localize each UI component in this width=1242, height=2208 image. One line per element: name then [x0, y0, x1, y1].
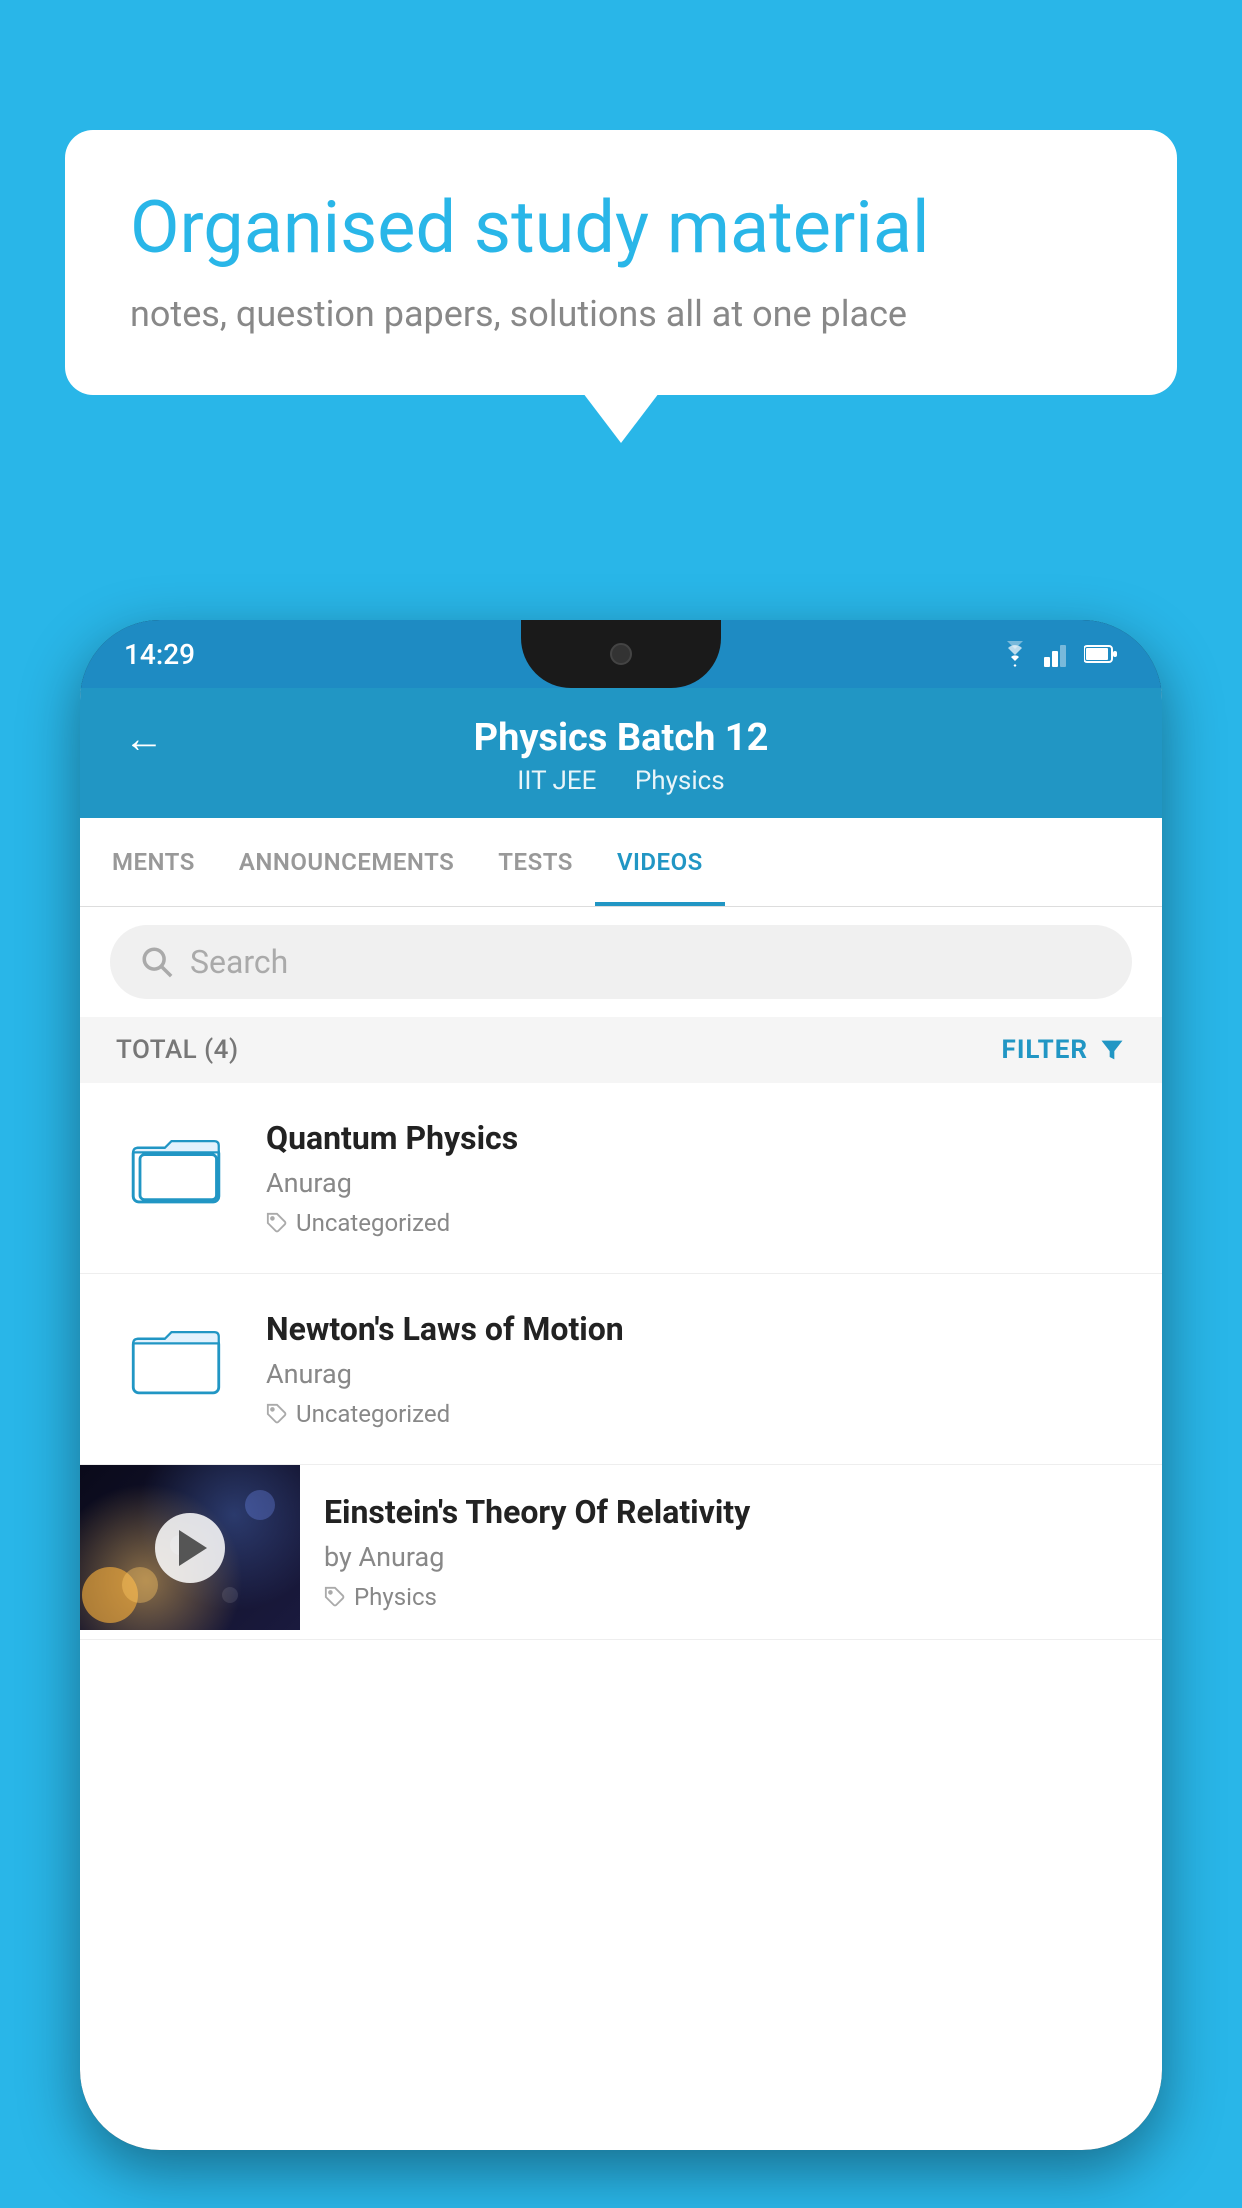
- header-subtitle-part2: Physics: [635, 766, 725, 796]
- header-title: Physics Batch 12: [474, 716, 769, 760]
- wifi-icon: [998, 641, 1032, 667]
- filter-icon: [1098, 1036, 1126, 1064]
- video-info: Einstein's Theory Of Relativity by Anura…: [300, 1465, 1162, 1639]
- header-subtitle-part1: IIT JEE: [517, 766, 596, 796]
- tag-label: Uncategorized: [296, 1209, 450, 1237]
- video-tag: Uncategorized: [266, 1400, 1126, 1428]
- tag-icon: [266, 1212, 288, 1234]
- video-tag: Physics: [324, 1583, 1138, 1611]
- video-list: Quantum Physics Anurag Uncategorized: [80, 1083, 1162, 1640]
- tag-icon: [266, 1403, 288, 1425]
- video-info: Newton's Laws of Motion Anurag Uncategor…: [266, 1310, 1126, 1428]
- total-count: TOTAL (4): [116, 1035, 239, 1065]
- signal-icon: [1044, 641, 1072, 667]
- search-input[interactable]: Search: [110, 925, 1132, 999]
- status-time: 14:29: [124, 638, 195, 671]
- list-item[interactable]: Einstein's Theory Of Relativity by Anura…: [80, 1465, 1162, 1640]
- video-author: Anurag: [266, 1358, 1126, 1390]
- tag-icon: [324, 1586, 346, 1608]
- search-icon: [140, 945, 174, 979]
- phone-notch: [521, 620, 721, 688]
- filter-button[interactable]: FILTER: [1002, 1035, 1126, 1065]
- tab-announcements[interactable]: ANNOUNCEMENTS: [217, 818, 476, 906]
- tab-ments[interactable]: MENTS: [90, 818, 217, 906]
- play-button[interactable]: [155, 1513, 225, 1583]
- filter-bar: TOTAL (4) FILTER: [80, 1017, 1162, 1083]
- folder-thumbnail: [116, 1119, 236, 1219]
- video-author: by Anurag: [324, 1541, 1138, 1573]
- list-item[interactable]: Quantum Physics Anurag Uncategorized: [80, 1083, 1162, 1274]
- filter-label: FILTER: [1002, 1035, 1088, 1065]
- video-title: Newton's Laws of Motion: [266, 1310, 1126, 1348]
- battery-icon: [1084, 644, 1118, 664]
- speech-bubble: Organised study material notes, question…: [65, 130, 1177, 395]
- search-bar-wrapper: Search: [80, 907, 1162, 1017]
- header-subtitle: IIT JEE Physics: [509, 766, 732, 796]
- video-thumbnail: [80, 1465, 300, 1630]
- tabs-bar: MENTS ANNOUNCEMENTS TESTS VIDEOS: [80, 818, 1162, 907]
- camera: [610, 643, 632, 665]
- video-author: Anurag: [266, 1167, 1126, 1199]
- bubble-title: Organised study material: [130, 185, 1112, 271]
- video-title: Einstein's Theory Of Relativity: [324, 1493, 1138, 1531]
- speech-bubble-section: Organised study material notes, question…: [65, 130, 1177, 395]
- tab-videos[interactable]: VIDEOS: [595, 818, 725, 906]
- phone-mockup: 14:29: [80, 620, 1162, 2208]
- list-item[interactable]: Newton's Laws of Motion Anurag Uncategor…: [80, 1274, 1162, 1465]
- status-icons: [998, 641, 1118, 667]
- tag-label: Physics: [354, 1583, 437, 1611]
- search-placeholder: Search: [190, 943, 288, 981]
- video-tag: Uncategorized: [266, 1209, 1126, 1237]
- play-triangle-icon: [179, 1530, 207, 1566]
- folder-icon: [131, 1313, 221, 1407]
- phone-body: 14:29: [80, 620, 1162, 2150]
- app-header: ← Physics Batch 12 IIT JEE Physics: [80, 688, 1162, 818]
- folder-thumbnail: [116, 1310, 236, 1410]
- video-title: Quantum Physics: [266, 1119, 1126, 1157]
- back-button[interactable]: ←: [124, 715, 164, 762]
- tab-tests[interactable]: TESTS: [476, 818, 595, 906]
- bubble-subtitle: notes, question papers, solutions all at…: [130, 293, 1112, 335]
- phone-screen: ← Physics Batch 12 IIT JEE Physics MENTS…: [80, 688, 1162, 2150]
- folder-icon: [131, 1122, 221, 1216]
- tag-label: Uncategorized: [296, 1400, 450, 1428]
- video-info: Quantum Physics Anurag Uncategorized: [266, 1119, 1126, 1237]
